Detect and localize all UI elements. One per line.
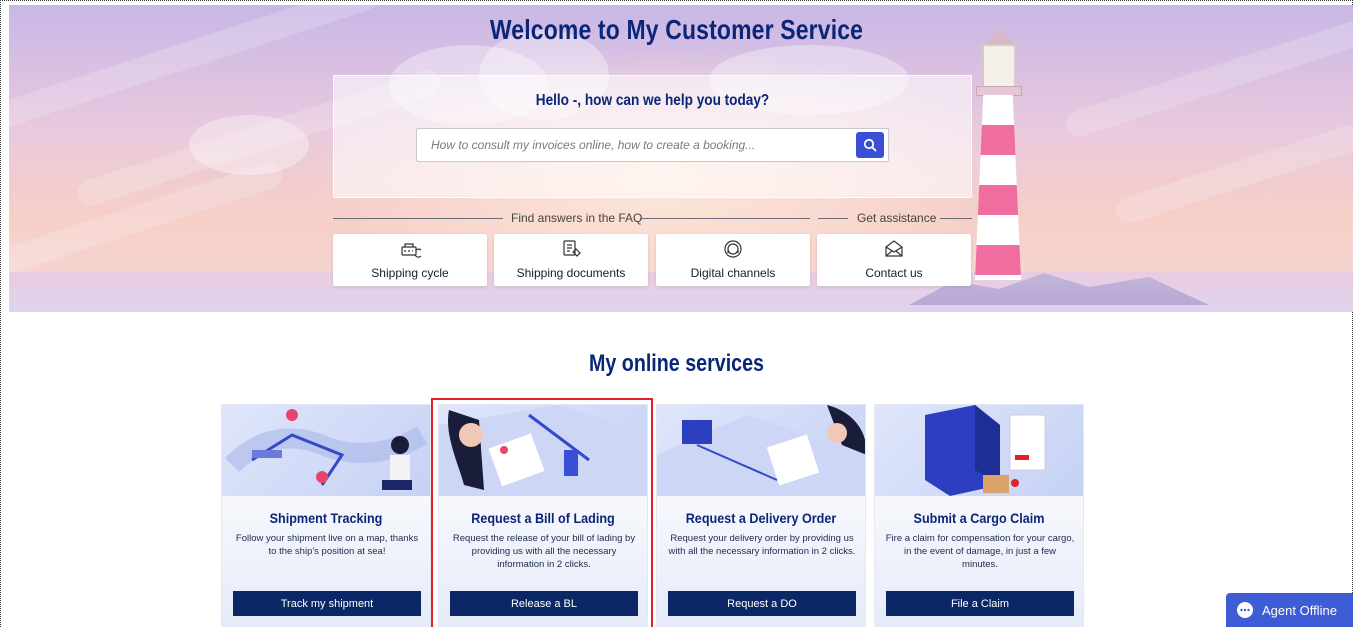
- file-claim-button[interactable]: File a Claim: [886, 591, 1074, 616]
- card-shipping-cycle[interactable]: Shipping cycle: [333, 234, 487, 286]
- mail-icon: [885, 240, 903, 257]
- bill-of-lading-illustration: [439, 405, 647, 496]
- release-bl-button[interactable]: Release a BL: [450, 591, 638, 616]
- service-card-cargo-claim: Submit a Cargo Claim Fire a claim for co…: [874, 404, 1084, 627]
- agent-chat-button[interactable]: Agent Offline: [1226, 593, 1353, 627]
- service-card-bill-of-lading: Request a Bill of Lading Request the rel…: [438, 404, 648, 627]
- card-label: Contact us: [865, 266, 923, 280]
- card-label: Shipping documents: [516, 266, 626, 280]
- service-description: Request your delivery order by providing…: [668, 533, 856, 557]
- search-button[interactable]: [856, 132, 884, 158]
- request-do-button[interactable]: Request a DO: [668, 591, 856, 616]
- search-icon: [863, 138, 877, 152]
- service-description: Fire a claim for compensation for your c…: [885, 533, 1075, 570]
- services-title: My online services: [588, 350, 765, 377]
- card-shipping-documents[interactable]: Shipping documents: [494, 234, 648, 286]
- service-description: Request the release of your bill of ladi…: [452, 533, 636, 570]
- faq-label: Find answers in the FAQ: [511, 211, 643, 225]
- assist-divider-left: [818, 218, 848, 219]
- page-title: Welcome to My Customer Service: [489, 14, 864, 45]
- greeting-text: Hello -, how can we help you today?: [535, 92, 770, 109]
- track-shipment-button[interactable]: Track my shipment: [233, 591, 421, 616]
- shipping-cycle-icon: [401, 243, 421, 258]
- documents-icon: [563, 240, 581, 257]
- card-digital-channels[interactable]: Digital channels: [656, 234, 810, 286]
- assist-divider-right: [940, 218, 972, 219]
- card-label: Shipping cycle: [371, 266, 449, 280]
- search-input[interactable]: [417, 129, 847, 161]
- delivery-order-illustration: [657, 405, 865, 496]
- service-title: Request a Delivery Order: [685, 510, 837, 526]
- card-contact-us[interactable]: Contact us: [817, 234, 971, 286]
- service-title: Submit a Cargo Claim: [913, 510, 1045, 526]
- faq-divider-left: [333, 218, 503, 219]
- faq-divider-right: [640, 218, 810, 219]
- card-label: Digital channels: [690, 266, 776, 280]
- service-title: Request a Bill of Lading: [471, 510, 615, 526]
- chat-icon: [1237, 602, 1253, 618]
- lighthouse-gallery: [976, 86, 1022, 96]
- search-box: [416, 128, 889, 162]
- agent-status-label: Agent Offline: [1262, 602, 1337, 618]
- service-description: Follow your shipment live on a map, than…: [235, 533, 419, 557]
- assist-label: Get assistance: [857, 211, 937, 225]
- cargo-claim-illustration: [875, 405, 1083, 496]
- service-card-tracking: Shipment Tracking Follow your shipment l…: [221, 404, 431, 627]
- service-card-delivery-order: Request a Delivery Order Request your de…: [656, 404, 866, 627]
- service-title: Shipment Tracking: [269, 510, 383, 526]
- tracking-illustration: [222, 405, 430, 496]
- headset-icon: [724, 240, 742, 258]
